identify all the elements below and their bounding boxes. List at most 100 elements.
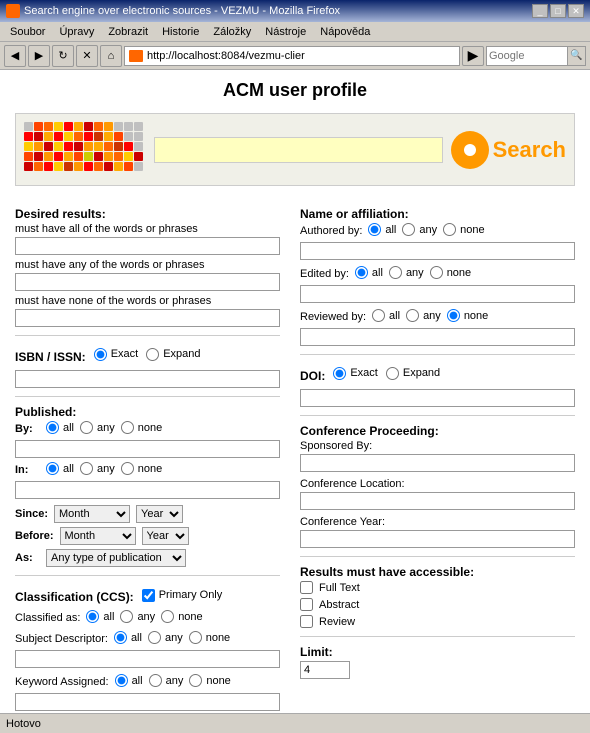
close-button[interactable]: ✕ — [568, 4, 584, 18]
keyword-all-label[interactable]: all — [115, 674, 143, 687]
since-month-select[interactable]: Month JanuaryFebruaryMarch AprilMayJune … — [54, 505, 130, 523]
authored-by-input[interactable] — [300, 242, 575, 260]
before-month-select[interactable]: Month JanuaryFebruaryMarch AprilMayJune … — [60, 527, 136, 545]
keyword-any-label[interactable]: any — [149, 674, 184, 687]
authored-any-radio[interactable] — [402, 223, 415, 236]
published-in-input[interactable] — [15, 481, 280, 499]
reviewed-all-label[interactable]: all — [372, 309, 400, 322]
menu-nastroje[interactable]: Nástroje — [259, 24, 312, 40]
main-search-input[interactable] — [154, 137, 443, 163]
reviewed-by-input[interactable] — [300, 328, 575, 346]
stop-button[interactable]: ✕ — [76, 45, 98, 67]
doi-expand-radio[interactable] — [386, 367, 399, 380]
reload-button[interactable]: ↻ — [52, 45, 74, 67]
by-any-radio[interactable] — [80, 421, 93, 434]
isbn-expand-radio[interactable] — [146, 348, 159, 361]
authored-none-radio[interactable] — [443, 223, 456, 236]
edited-none-label[interactable]: none — [430, 266, 471, 279]
keyword-any-radio[interactable] — [149, 674, 162, 687]
reviewed-none-label[interactable]: none — [447, 309, 488, 322]
home-button[interactable]: ⌂ — [100, 45, 122, 67]
doi-expand-label[interactable]: Expand — [386, 367, 440, 380]
by-any-label[interactable]: any — [80, 421, 115, 434]
doi-exact-radio[interactable] — [333, 367, 346, 380]
full-text-checkbox[interactable] — [300, 581, 313, 594]
subject-all-label[interactable]: all — [114, 631, 142, 644]
reviewed-any-radio[interactable] — [406, 309, 419, 322]
by-none-radio[interactable] — [121, 421, 134, 434]
classified-none-label[interactable]: none — [161, 610, 202, 623]
in-all-radio[interactable] — [46, 462, 59, 475]
google-search-box[interactable]: 🔍 — [486, 46, 586, 66]
in-none-label[interactable]: none — [121, 462, 162, 475]
subject-input[interactable] — [15, 650, 280, 668]
isbn-exact-radio[interactable] — [94, 348, 107, 361]
back-button[interactable]: ◀ — [4, 45, 26, 67]
keyword-input[interactable] — [15, 693, 280, 711]
classified-any-radio[interactable] — [120, 610, 133, 623]
by-all-label[interactable]: all — [46, 421, 74, 434]
isbn-expand-label[interactable]: Expand — [146, 348, 200, 361]
isbn-input[interactable] — [15, 370, 280, 388]
google-search-button[interactable]: 🔍 — [567, 47, 585, 65]
edited-any-radio[interactable] — [389, 266, 402, 279]
publication-type-select[interactable]: Any type of publication Journal Conferen… — [46, 549, 186, 567]
address-bar[interactable]: http://localhost:8084/vezmu-clier — [124, 46, 460, 66]
keyword-none-label[interactable]: none — [189, 674, 230, 687]
classified-all-radio[interactable] — [86, 610, 99, 623]
edited-by-input[interactable] — [300, 285, 575, 303]
before-year-select[interactable]: Year202420232022 — [142, 527, 189, 545]
menu-soubor[interactable]: Soubor — [4, 24, 51, 40]
reviewed-all-radio[interactable] — [372, 309, 385, 322]
limit-input[interactable] — [300, 661, 350, 679]
menu-historie[interactable]: Historie — [156, 24, 205, 40]
menu-zobrazit[interactable]: Zobrazit — [102, 24, 154, 40]
reviewed-any-label[interactable]: any — [406, 309, 441, 322]
sponsored-by-input[interactable] — [300, 454, 575, 472]
search-button-big[interactable] — [451, 131, 489, 169]
maximize-button[interactable]: □ — [550, 4, 566, 18]
by-all-radio[interactable] — [46, 421, 59, 434]
conference-year-input[interactable] — [300, 530, 575, 548]
menu-napoveda[interactable]: Nápověda — [314, 24, 376, 40]
menu-upravy[interactable]: Úpravy — [53, 24, 100, 40]
authored-all-radio[interactable] — [368, 223, 381, 236]
classified-all-label[interactable]: all — [86, 610, 114, 623]
subject-all-radio[interactable] — [114, 631, 127, 644]
in-any-label[interactable]: any — [80, 462, 115, 475]
subject-none-label[interactable]: none — [189, 631, 230, 644]
forward-button[interactable]: ▶ — [28, 45, 50, 67]
by-none-label[interactable]: none — [121, 421, 162, 434]
review-checkbox[interactable] — [300, 615, 313, 628]
primary-only-label[interactable]: Primary Only — [142, 589, 223, 602]
doi-exact-label[interactable]: Exact — [333, 367, 378, 380]
google-input[interactable] — [487, 47, 567, 65]
all-words-input[interactable] — [15, 237, 280, 255]
minimize-button[interactable]: _ — [532, 4, 548, 18]
edited-any-label[interactable]: any — [389, 266, 424, 279]
keyword-all-radio[interactable] — [115, 674, 128, 687]
keyword-none-radio[interactable] — [189, 674, 202, 687]
classified-none-radio[interactable] — [161, 610, 174, 623]
reviewed-none-radio[interactable] — [447, 309, 460, 322]
published-by-input[interactable] — [15, 440, 280, 458]
subject-any-label[interactable]: any — [148, 631, 183, 644]
menu-zalozky[interactable]: Záložky — [207, 24, 257, 40]
edited-all-radio[interactable] — [355, 266, 368, 279]
go-button[interactable]: ▶ — [462, 46, 484, 66]
isbn-exact-label[interactable]: Exact — [94, 348, 139, 361]
edited-all-label[interactable]: all — [355, 266, 383, 279]
primary-only-checkbox[interactable] — [142, 589, 155, 602]
authored-any-label[interactable]: any — [402, 223, 437, 236]
since-year-select[interactable]: Year202420232022 — [136, 505, 183, 523]
in-any-radio[interactable] — [80, 462, 93, 475]
in-all-label[interactable]: all — [46, 462, 74, 475]
window-controls[interactable]: _ □ ✕ — [532, 4, 584, 18]
doi-input[interactable] — [300, 389, 575, 407]
subject-none-radio[interactable] — [189, 631, 202, 644]
abstract-checkbox[interactable] — [300, 598, 313, 611]
subject-any-radio[interactable] — [148, 631, 161, 644]
classified-any-label[interactable]: any — [120, 610, 155, 623]
in-none-radio[interactable] — [121, 462, 134, 475]
authored-all-label[interactable]: all — [368, 223, 396, 236]
